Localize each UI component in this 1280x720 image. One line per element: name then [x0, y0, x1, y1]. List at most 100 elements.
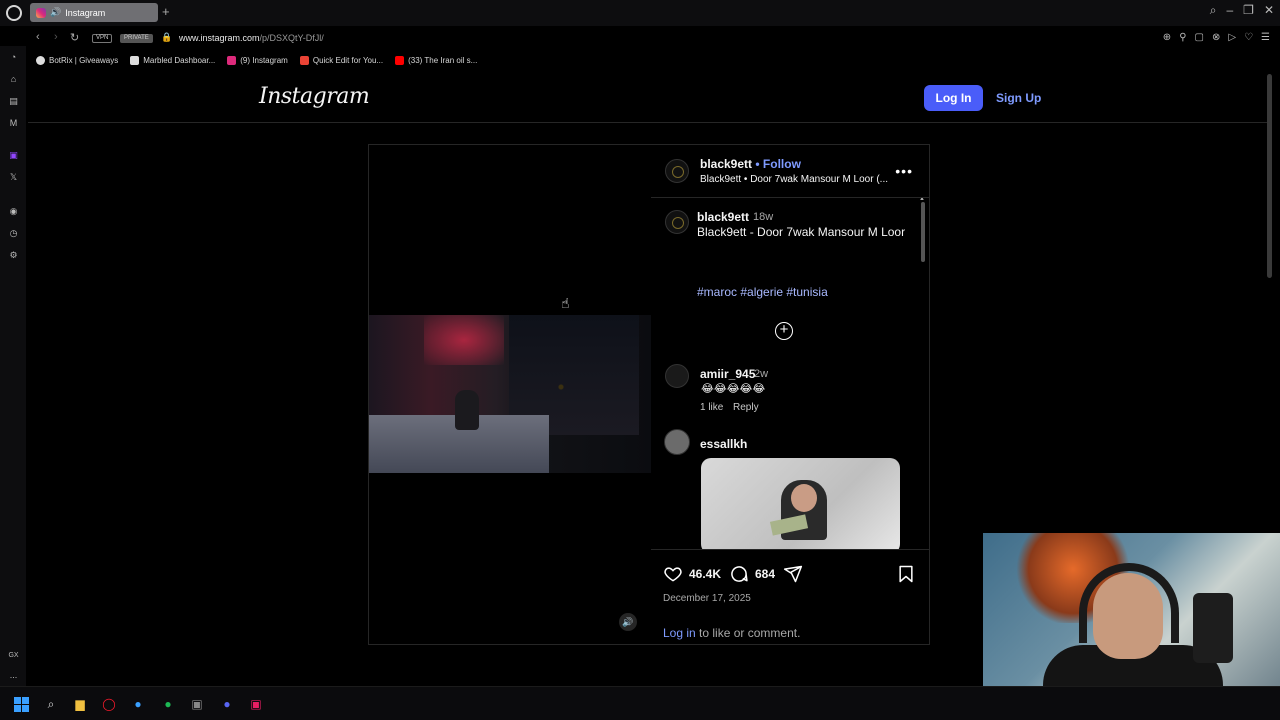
new-tab-button[interactable]: +: [162, 4, 170, 19]
forward-icon[interactable]: ›: [54, 31, 58, 43]
url-host: www.instagram.com: [179, 33, 260, 43]
play-icon[interactable]: ▷: [1228, 32, 1236, 43]
media-icon[interactable]: ▤: [8, 96, 19, 107]
gx-label[interactable]: GX: [8, 650, 19, 661]
share-button[interactable]: [783, 564, 803, 584]
post-date: December 17, 2025: [663, 593, 751, 604]
snapshot-icon[interactable]: ▢: [1195, 32, 1204, 43]
like-button[interactable]: 46.4K: [663, 564, 721, 584]
app-icon[interactable]: ●: [130, 696, 146, 712]
windows-start-icon[interactable]: [13, 696, 29, 712]
settings-icon[interactable]: ⚙: [8, 250, 19, 261]
messenger-icon[interactable]: M: [8, 118, 19, 129]
player-icon[interactable]: ◉: [8, 206, 19, 217]
post-video[interactable]: 🔊: [369, 145, 651, 644]
history-icon[interactable]: ◷: [8, 228, 19, 239]
reload-icon[interactable]: ↻: [70, 31, 79, 44]
bookmark-instagram[interactable]: (9) Instagram: [227, 55, 288, 65]
opera-gx-icon[interactable]: ◯: [101, 696, 117, 712]
lock-icon[interactable]: 🔒: [161, 32, 172, 43]
signup-button[interactable]: Sign Up: [996, 85, 1041, 111]
post-audio-subtitle[interactable]: Black9ett • Door 7wak Mansour M Loor (..…: [700, 174, 888, 185]
menu-icon[interactable]: ☰: [1261, 32, 1270, 43]
avatar[interactable]: [665, 364, 689, 388]
speed-dial-icon[interactable]: ◔: [8, 52, 19, 63]
comment-likes[interactable]: 1 like: [700, 402, 723, 413]
like-count: 46.4K: [689, 567, 722, 581]
vpn-badge[interactable]: VPN: [92, 34, 113, 43]
private-badge: PRIVATE: [120, 34, 153, 43]
speaker-icon[interactable]: 🔊: [50, 7, 61, 18]
bookmark-youtube[interactable]: (33) The Iran oil s...: [395, 55, 477, 65]
address-bar: ‹ › ↻ VPN PRIVATE 🔒 www.instagram.com/p/…: [28, 28, 1280, 48]
page-scrollbar[interactable]: [1267, 74, 1272, 278]
pin-icon[interactable]: ⚲: [1179, 32, 1186, 43]
minimize-icon[interactable]: –: [1226, 3, 1233, 18]
comments-scrollbar[interactable]: [921, 202, 925, 262]
comment-author[interactable]: essallkh: [700, 437, 747, 451]
spotify-icon[interactable]: ●: [160, 696, 176, 712]
bookmarks-bar: BotRix | Giveaways Marbled Dashboar... (…: [28, 52, 1280, 68]
header-divider: [28, 122, 1272, 123]
follow-link[interactable]: • Follow: [755, 157, 801, 171]
video-frame: [369, 315, 651, 473]
reply-button[interactable]: Reply: [733, 402, 759, 413]
botrix-icon: [36, 55, 45, 65]
grid-icon: [130, 55, 140, 65]
mouse-cursor-icon: ☝: [561, 295, 570, 311]
avatar[interactable]: [665, 159, 689, 183]
bookmark-icon[interactable]: [896, 564, 916, 584]
login-link[interactable]: Log in: [663, 626, 696, 640]
avatar[interactable]: [664, 429, 690, 455]
avatar[interactable]: [665, 210, 689, 234]
search-icon[interactable]: ⌕: [43, 696, 59, 712]
restore-icon[interactable]: ❐: [1243, 3, 1254, 18]
heart-icon[interactable]: [663, 564, 683, 584]
opera-logo-icon[interactable]: [6, 5, 22, 21]
search-icon[interactable]: ⌕: [1210, 3, 1217, 18]
share-icon[interactable]: [783, 564, 803, 584]
more-icon[interactable]: ...: [8, 670, 19, 681]
zoom-icon[interactable]: ⊕: [1163, 32, 1171, 43]
flow-icon[interactable]: ⌂: [8, 74, 19, 85]
caption-age: 18w: [753, 211, 774, 223]
heart-icon[interactable]: ♡: [1244, 32, 1253, 43]
comment-icon[interactable]: [729, 564, 749, 584]
tab-instagram[interactable]: 🔊 Instagram: [30, 3, 158, 22]
bookmark-gmail[interactable]: Quick Edit for You...: [299, 55, 384, 65]
login-prompt: Log in to like or comment.: [663, 626, 800, 640]
comment-gif[interactable]: [701, 458, 900, 549]
more-options-icon[interactable]: •••: [895, 163, 913, 179]
caption-author[interactable]: black9ett: [697, 210, 749, 224]
post-author[interactable]: black9ett • Follow: [700, 157, 801, 171]
caption-text: Black9ett - Door 7wak Mansour M Loor: [697, 225, 906, 239]
file-explorer-icon[interactable]: ▆: [72, 696, 88, 712]
plus-circle-icon[interactable]: +: [775, 322, 793, 340]
sound-icon[interactable]: 🔊: [619, 613, 637, 631]
bookmark-botrix[interactable]: BotRix | Giveaways: [36, 55, 118, 65]
app-icon[interactable]: ▣: [189, 696, 205, 712]
comments-list[interactable]: ▲ black9ett 18w Black9ett - Door 7wak Ma…: [651, 198, 929, 550]
post-card: 🔊 black9ett • Follow Black9ett • Door 7w…: [368, 144, 930, 645]
bookmark-marbled[interactable]: Marbled Dashboar...: [130, 55, 215, 65]
tab-title: Instagram: [65, 7, 106, 18]
back-icon[interactable]: ‹: [36, 31, 40, 43]
hashtags[interactable]: #maroc #algerie #tunisia: [697, 285, 828, 299]
comment-button[interactable]: 684: [729, 564, 775, 584]
discord-icon[interactable]: ●: [219, 696, 235, 712]
url-field[interactable]: www.instagram.com/p/DSXQtY-DfJl/: [179, 33, 324, 43]
app-icon[interactable]: ▣: [248, 696, 264, 712]
x-icon[interactable]: 𝕏: [8, 172, 19, 183]
login-suffix: to like or comment.: [695, 626, 801, 640]
instagram-logo[interactable]: Instagram: [259, 84, 370, 109]
save-button[interactable]: [896, 564, 916, 584]
url-path: /p/DSXQtY-DfJl/: [259, 33, 324, 43]
block-icon[interactable]: ⊗: [1212, 32, 1220, 43]
comment-author[interactable]: amiir_945: [700, 367, 755, 381]
post-header: black9ett • Follow Black9ett • Door 7wak…: [651, 145, 929, 198]
close-icon[interactable]: ✕: [1264, 3, 1274, 18]
bookmark-label: Quick Edit for You...: [312, 55, 384, 65]
login-button[interactable]: Log In: [924, 85, 983, 111]
youtube-icon: [395, 55, 405, 65]
twitch-icon[interactable]: ▣: [8, 150, 19, 161]
